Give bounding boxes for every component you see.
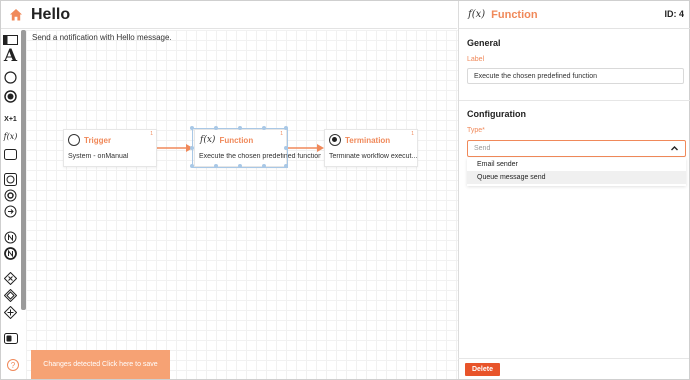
type-select[interactable]: Send [467, 140, 686, 157]
node-title: Termination [345, 135, 391, 145]
resize-handle[interactable] [190, 164, 194, 168]
trigger-node[interactable]: Trigger 1 System - onManual [63, 129, 157, 167]
node-title: Trigger [84, 135, 112, 145]
termination-node[interactable]: Termination 1 Terminate workflow execut.… [324, 129, 418, 167]
panel-footer-divider [458, 358, 689, 359]
chevron-up-icon[interactable] [670, 144, 679, 155]
node-subtitle: System - onManual [68, 153, 129, 160]
panel-title: Function [491, 8, 538, 21]
dropdown-option-email-sender[interactable]: Email sender [467, 158, 686, 171]
properties-panel: f(x) Function ID: 4 General Label Execut… [458, 1, 690, 379]
type-dropdown: Email sender Queue message send [467, 158, 686, 186]
selection-box[interactable] [190, 126, 288, 168]
resize-handle[interactable] [214, 164, 218, 168]
section-divider [459, 100, 690, 101]
node-id: ID: 4 [664, 9, 684, 19]
resize-handle[interactable] [284, 164, 288, 168]
resize-handle[interactable] [238, 164, 242, 168]
type-field-label: Type* [467, 127, 485, 134]
node-badge: 1 [411, 131, 414, 137]
resize-handle[interactable] [238, 126, 242, 130]
resize-handle[interactable] [190, 126, 194, 130]
resize-handle[interactable] [190, 146, 194, 150]
circle-outline-icon [68, 134, 80, 146]
node-subtitle: Terminate workflow execut... [329, 153, 417, 160]
node-badge: 1 [150, 131, 153, 137]
type-select-placeholder: Send [474, 145, 491, 152]
delete-button[interactable]: Delete [465, 363, 500, 376]
circle-filled-icon [329, 134, 341, 146]
fx-icon: f(x) [468, 9, 486, 20]
resize-handle[interactable] [284, 146, 288, 150]
connector-arrowhead [317, 144, 324, 152]
dropdown-option-queue-message-send[interactable]: Queue message send [467, 171, 686, 184]
panel-header: f(x) Function ID: 4 [459, 1, 690, 29]
general-section-title: General [467, 38, 501, 48]
label-field-label: Label [467, 56, 485, 63]
resize-handle[interactable] [262, 164, 266, 168]
label-input[interactable]: Execute the chosen predefined function [467, 68, 684, 84]
save-changes-button[interactable]: Changes detected Click here to save [31, 350, 170, 379]
configuration-section-title: Configuration [467, 109, 526, 119]
resize-handle[interactable] [214, 126, 218, 130]
resize-handle[interactable] [284, 126, 288, 130]
resize-handle[interactable] [262, 126, 266, 130]
